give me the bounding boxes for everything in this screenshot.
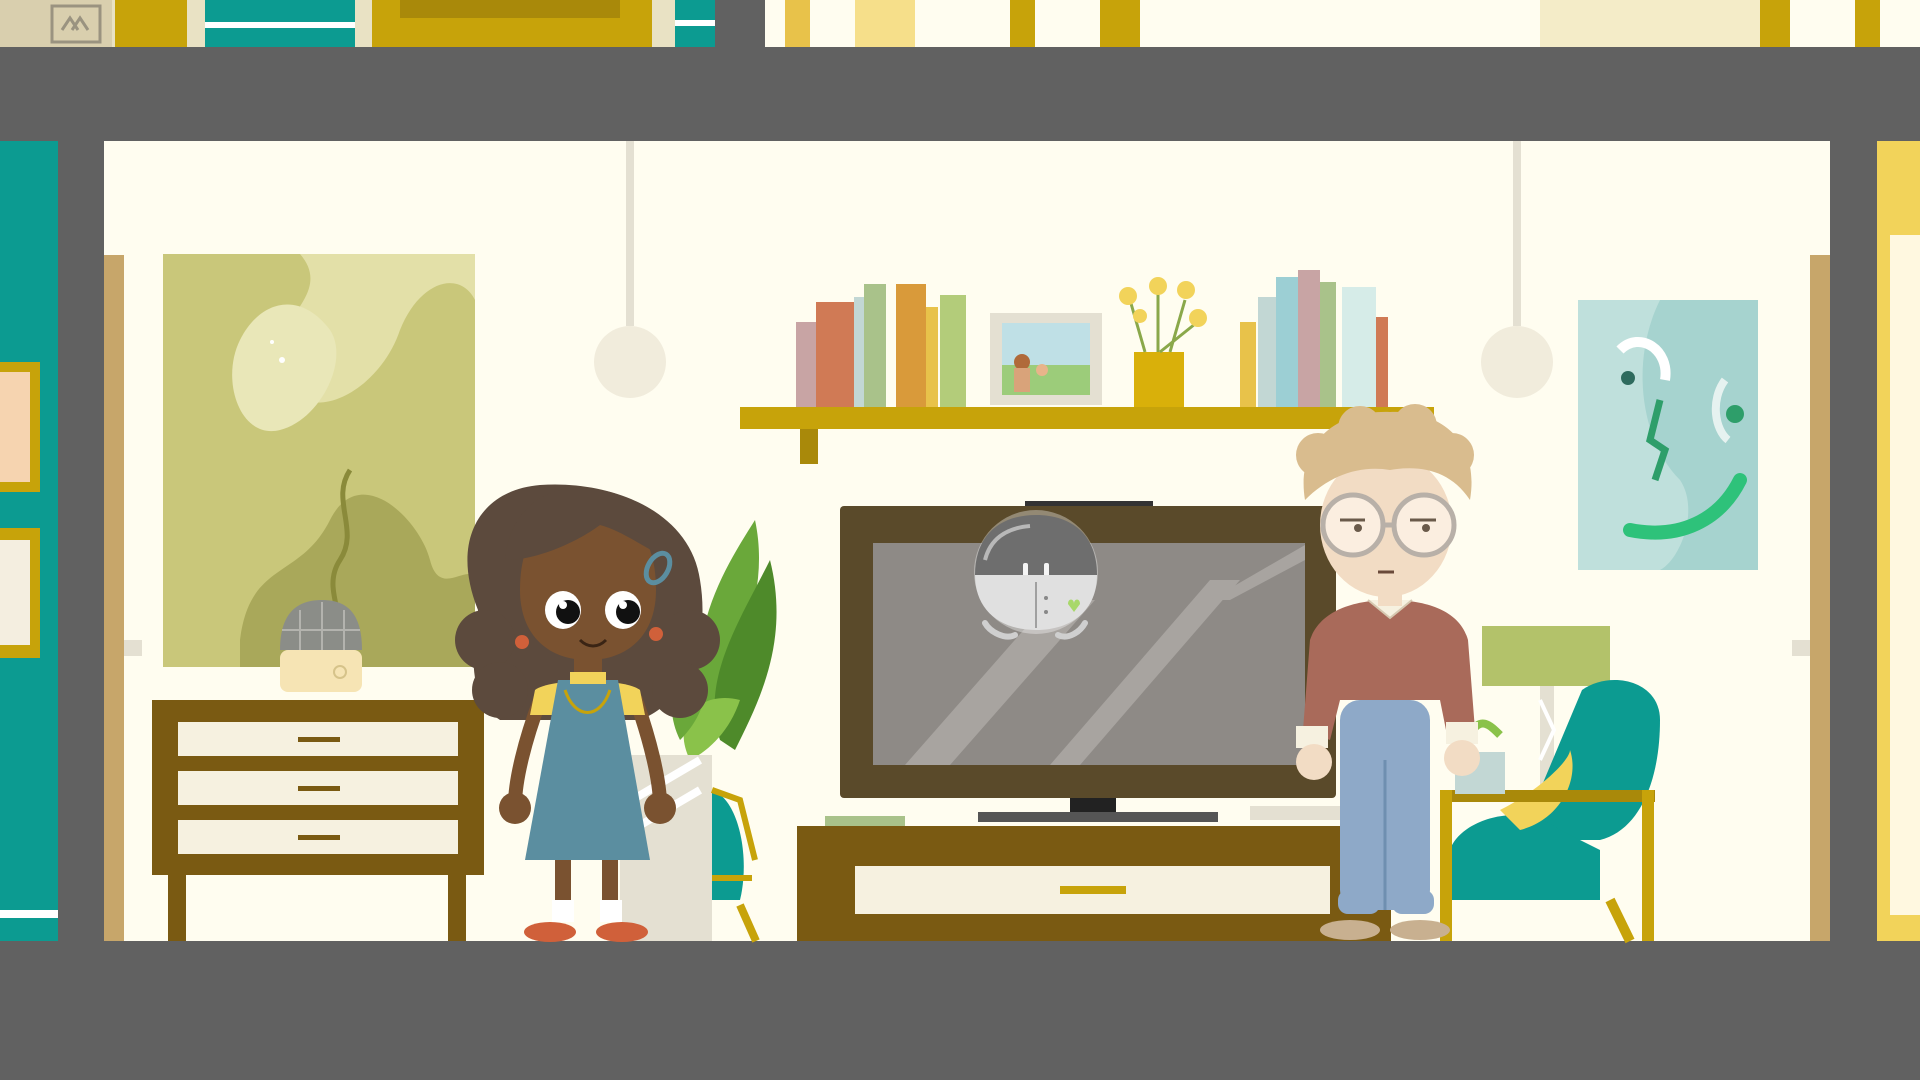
humidifier [280, 600, 362, 692]
upper-floor [0, 0, 1920, 47]
tv-stand [797, 806, 1391, 941]
photo-frame [990, 313, 1102, 405]
face-painting-right [1578, 300, 1758, 570]
game-scene [0, 0, 1920, 944]
right-room [1877, 141, 1920, 941]
left-room [0, 141, 58, 941]
living-room [104, 141, 1830, 944]
